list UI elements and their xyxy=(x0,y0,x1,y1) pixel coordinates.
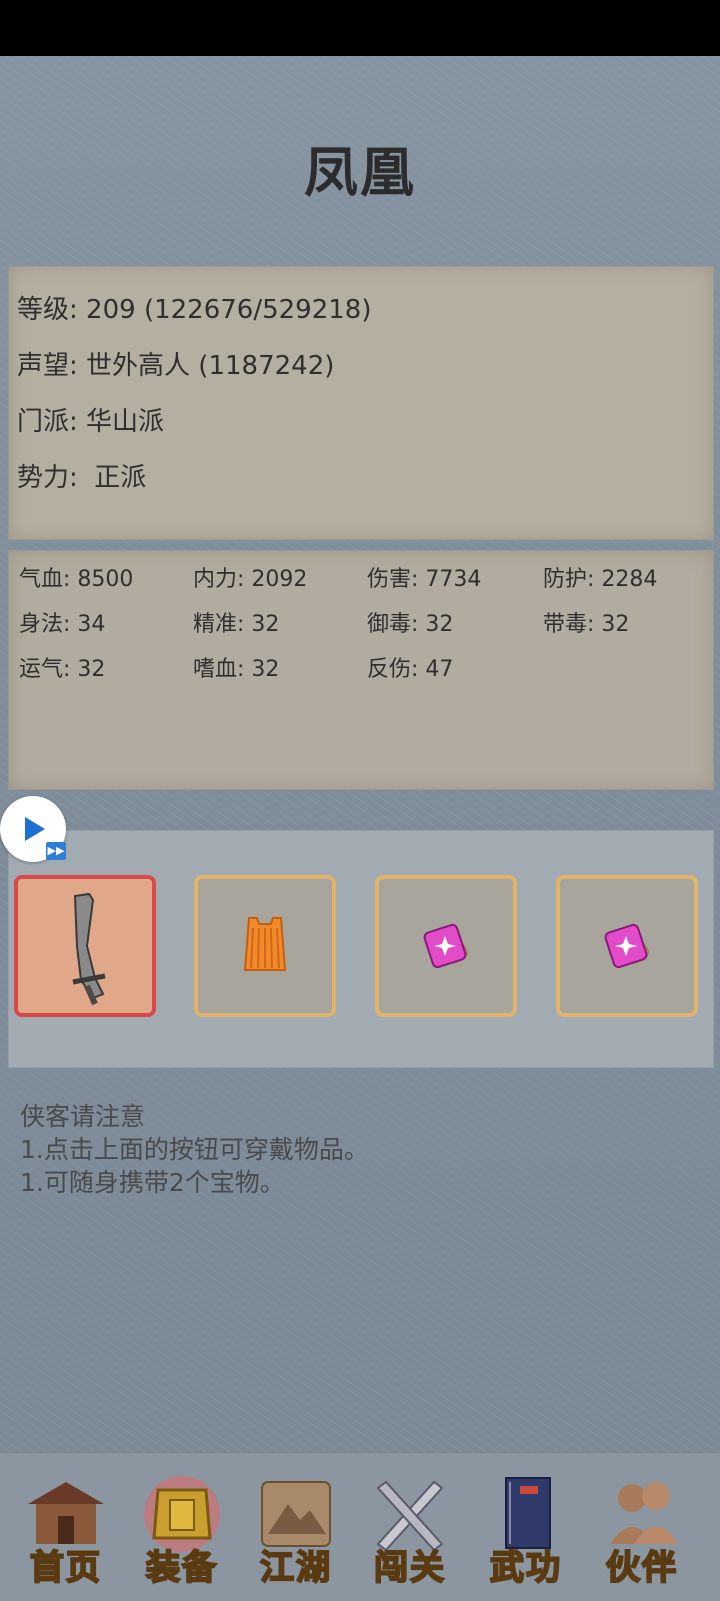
nav-challenge[interactable]: 闯关 xyxy=(360,1474,460,1589)
level-label: 等级 xyxy=(17,295,86,325)
sword-icon xyxy=(72,892,106,1006)
treasure-gem-icon xyxy=(423,923,468,969)
treasure-gem-icon xyxy=(604,923,649,969)
stat-value: 32 xyxy=(77,657,106,682)
stat-poison-resist: 御毒32 xyxy=(367,606,453,638)
nav-equipment[interactable]: 装备 xyxy=(132,1474,232,1589)
stat-value: 2284 xyxy=(601,567,658,592)
stat-damage: 伤害7734 xyxy=(367,561,481,593)
stats-panel: 气血8500 内力2092 伤害7734 防护2284 身法34 精准32 御毒… xyxy=(8,550,714,790)
page-title: 凤凰 xyxy=(304,141,416,204)
stat-label: 运气 xyxy=(19,657,77,682)
nav-label: 闯关 xyxy=(373,1547,446,1589)
stat-agility: 身法34 xyxy=(19,606,105,638)
sect-label: 门派 xyxy=(17,407,86,437)
nav-martial-arts[interactable]: 武功 xyxy=(476,1474,576,1589)
stat-value: 32 xyxy=(601,612,630,637)
reputation-row: 声望世外高人 (1187242) xyxy=(17,345,334,382)
nav-label: 伙伴 xyxy=(605,1547,678,1589)
level-row: 等级209 (122676/529218) xyxy=(17,289,372,326)
status-bar xyxy=(0,0,720,56)
profile-panel: 等级209 (122676/529218) 声望世外高人 (1187242) 门… xyxy=(8,266,714,540)
notice-heading: 侠客请注意 xyxy=(20,1102,146,1131)
sect-value: 华山派 xyxy=(86,407,165,437)
equip-slot-weapon[interactable] xyxy=(14,875,156,1017)
nav-label: 装备 xyxy=(145,1547,218,1589)
nav-home[interactable]: 首页 xyxy=(16,1474,116,1589)
nav-label: 江湖 xyxy=(259,1547,332,1589)
stat-label: 带毒 xyxy=(543,612,601,637)
stat-value: 2092 xyxy=(251,567,308,592)
stat-value: 32 xyxy=(251,612,280,637)
nav-companions[interactable]: 伙伴 xyxy=(592,1474,692,1589)
stat-label: 嗜血 xyxy=(193,657,251,682)
reputation-value: 世外高人 (1187242) xyxy=(86,351,335,381)
faction-row: 势力 正派 xyxy=(17,457,146,494)
stat-hp: 气血8500 xyxy=(19,561,133,593)
stat-label: 御毒 xyxy=(367,612,425,637)
fast-forward-icon: ▶▶ xyxy=(46,842,66,860)
nav-world[interactable]: 江湖 xyxy=(246,1474,346,1589)
stat-value: 34 xyxy=(77,612,106,637)
notice-line-2: 1.可随身携带2个宝物。 xyxy=(20,1168,285,1197)
stat-label: 伤害 xyxy=(367,567,425,592)
stat-value: 7734 xyxy=(425,567,482,592)
nav-label: 首页 xyxy=(29,1547,102,1589)
equip-slot-armor[interactable] xyxy=(194,875,336,1017)
stat-label: 身法 xyxy=(19,612,77,637)
stat-value: 32 xyxy=(425,612,454,637)
level-value: 209 (122676/529218) xyxy=(86,295,372,325)
stat-bloodthirst: 嗜血32 xyxy=(193,651,279,683)
stat-label: 反伤 xyxy=(367,657,425,682)
nav-label: 武功 xyxy=(489,1547,562,1589)
stat-label: 内力 xyxy=(193,567,251,592)
equip-slot-treasure-1[interactable] xyxy=(375,875,517,1017)
stat-label: 精准 xyxy=(193,612,251,637)
stat-value: 47 xyxy=(425,657,454,682)
stat-defense: 防护2284 xyxy=(543,561,657,593)
play-icon xyxy=(25,817,45,841)
equip-slot-treasure-2[interactable] xyxy=(556,875,698,1017)
stat-value: 32 xyxy=(251,657,280,682)
stat-label: 防护 xyxy=(543,567,601,592)
faction-value: 正派 xyxy=(86,463,147,493)
stat-reflect: 反伤47 xyxy=(367,651,453,683)
stat-label: 气血 xyxy=(19,567,77,592)
stat-accuracy: 精准32 xyxy=(193,606,279,638)
armor-vest-icon xyxy=(243,917,287,971)
faction-label: 势力 xyxy=(17,463,86,493)
reputation-label: 声望 xyxy=(17,351,86,381)
stat-value: 8500 xyxy=(77,567,134,592)
stat-luck: 运气32 xyxy=(19,651,105,683)
notice-text: 侠客请注意 1.点击上面的按钮可穿戴物品。 1.可随身携带2个宝物。 xyxy=(20,1100,369,1199)
stat-poison-carry: 带毒32 xyxy=(543,606,629,638)
notice-line-1: 1.点击上面的按钮可穿戴物品。 xyxy=(20,1135,369,1164)
sect-row: 门派华山派 xyxy=(17,401,164,438)
stat-internal-power: 内力2092 xyxy=(193,561,307,593)
